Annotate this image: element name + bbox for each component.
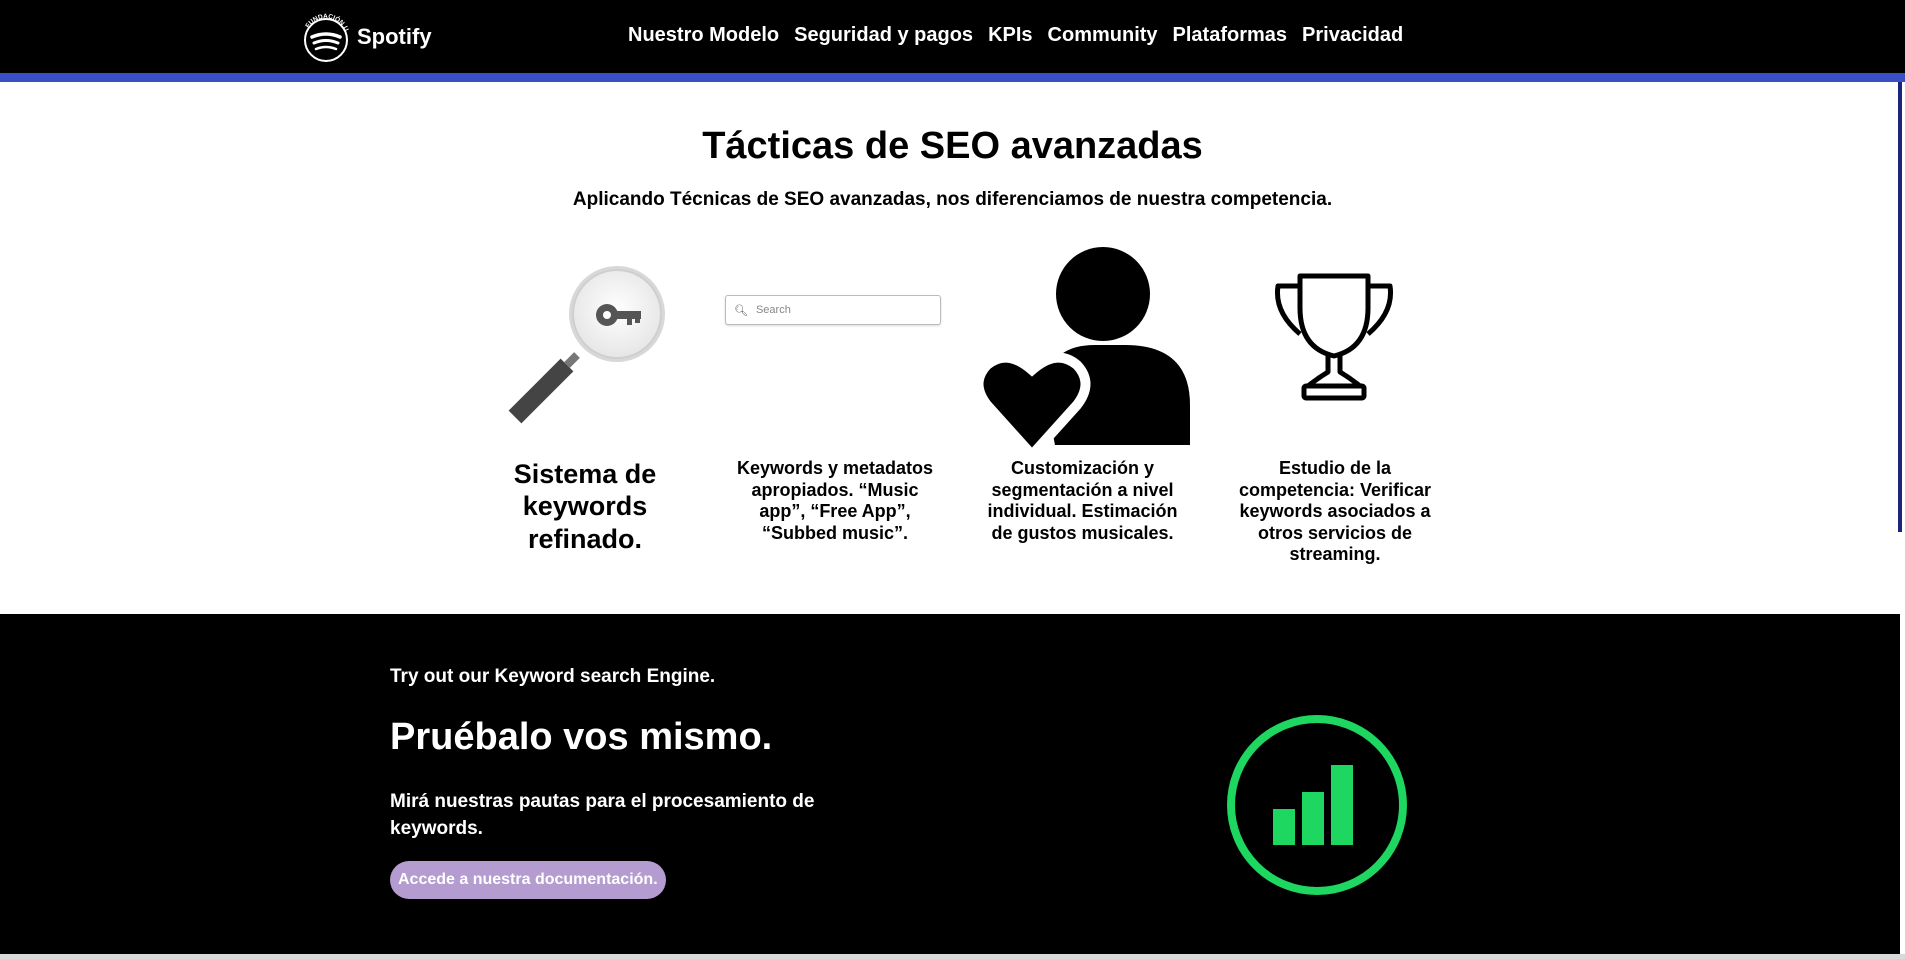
nav-accent-bar: [0, 73, 1905, 82]
spotify-logo-icon: FUNDACIÓN UADE: [299, 10, 350, 62]
trophy-icon: [1274, 273, 1394, 401]
brand-name: Spotify: [357, 24, 432, 49]
user-heart-icon: [975, 247, 1190, 457]
seo-title: Tácticas de SEO avanzadas: [702, 125, 1203, 167]
svg-text:FUNDACIÓN UADE: FUNDACIÓN UADE: [299, 10, 350, 33]
feature-text-customization: Customización y segmentación a nivel ind…: [987, 458, 1178, 543]
nav-item-kpis[interactable]: KPIs: [988, 24, 1032, 47]
feature-text-keywords-metadata: Keywords y metadatos apropiados. “Music …: [736, 458, 934, 543]
cta-section: [0, 614, 1900, 954]
nav-item-plataformas[interactable]: Plataformas: [1173, 24, 1288, 47]
search-icon: 🔍︎: [734, 304, 748, 317]
cta-title: Pruébalo vos mismo.: [390, 716, 773, 758]
logo-arc-text: FUNDACIÓN UADE: [299, 10, 350, 33]
feature-text-competition: Estudio de la competencia: Verificar key…: [1238, 458, 1432, 565]
documentation-button[interactable]: Accede a nuestra documentación.: [390, 861, 666, 899]
nav-item-seguridad-pagos[interactable]: Seguridad y pagos: [794, 24, 973, 47]
search-bar-mock: 🔍︎ Search: [725, 295, 941, 325]
cta-kicker: Try out our Keyword search Engine.: [390, 666, 716, 687]
nav-item-privacidad[interactable]: Privacidad: [1302, 24, 1403, 47]
seo-subtitle: Aplicando Técnicas de SEO avanzadas, nos…: [572, 189, 1333, 210]
magnifier-key-icon: [508, 266, 665, 424]
page-bottom-edge: [0, 954, 1905, 959]
feature-text-keywords-system: Sistema de keywords refinado.: [513, 459, 657, 554]
main-nav: Nuestro Modelo Seguridad y pagos KPIs Co…: [628, 24, 1403, 47]
cta-description: Mirá nuestras pautas para el procesamien…: [390, 791, 815, 839]
search-placeholder-text: Search: [755, 304, 791, 316]
brand-logo-link[interactable]: FUNDACIÓN UADE Spotify: [299, 10, 432, 64]
nav-item-nuestro-modelo[interactable]: Nuestro Modelo: [628, 24, 779, 47]
bar-chart-circle-icon: [1227, 715, 1407, 895]
nav-item-community[interactable]: Community: [1048, 24, 1158, 47]
top-navbar: FUNDACIÓN UADE Spotify Nuestro Modelo Se…: [0, 0, 1905, 73]
